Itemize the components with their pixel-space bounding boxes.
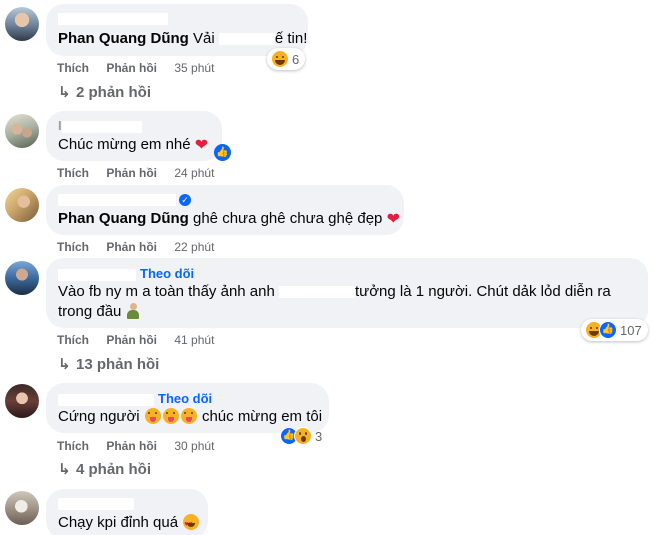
heart-emoji-icon: ❤	[194, 137, 209, 154]
reply-button[interactable]: Phản hồi	[106, 61, 157, 75]
like-reaction[interactable]: 👍	[214, 139, 231, 161]
comment-actions: Thích Phản hồi 22 phút	[57, 240, 214, 254]
reaction-count: 6	[292, 51, 300, 67]
reaction-summary[interactable]: 6	[267, 48, 306, 70]
avatar[interactable]	[5, 188, 39, 222]
redacted-name: ✓	[58, 191, 191, 206]
name-row: Theo dõi	[58, 266, 194, 281]
comment-text-line-2: trong đầu	[58, 302, 140, 322]
comment-actions: Thích Phản hồi 41 phút	[57, 333, 214, 347]
reply-button[interactable]: Phản hồi	[106, 333, 157, 347]
comment-text: Phan Quang Dũng ghê chưa ghê chưa ghệ đẹ…	[58, 210, 400, 228]
comment-actions: Thích Phản hồi 35 phút	[57, 61, 214, 75]
comment-text: Chạy kpi đỉnh quá	[58, 513, 200, 535]
comment-text: Cứng người chúc mừng em tôi	[58, 408, 323, 425]
comment-bubble: ✓ Phan Quang Dũng ghê chưa ghê chưa ghệ …	[46, 185, 404, 235]
comment-actions: Thích Phản hồi 30 phút	[57, 439, 214, 453]
like-button[interactable]: Thích	[57, 439, 89, 453]
reply-arrow-icon: ↳	[58, 356, 71, 373]
replies-label: 4 phản hồi	[76, 461, 151, 478]
reaction-count: 107	[620, 322, 642, 338]
heart-eyes-emoji-icon	[183, 514, 200, 535]
person-emoji-icon	[126, 303, 140, 319]
view-replies-link[interactable]: ↳ 2 phản hồi	[58, 83, 151, 101]
like-reaction-icon: 👍	[599, 321, 617, 339]
avatar[interactable]	[5, 261, 39, 295]
like-button[interactable]: Thích	[57, 61, 89, 75]
redacted-name	[58, 495, 134, 510]
timestamp[interactable]: 30 phút	[174, 439, 214, 453]
tongue-emoji-icon	[144, 408, 161, 424]
avatar[interactable]	[5, 384, 39, 418]
like-reaction-icon: 👍	[214, 144, 231, 161]
comment-bubble: I Chúc mừng em nhé ❤	[46, 111, 222, 161]
tongue-emoji-icon	[162, 408, 179, 424]
reply-arrow-icon: ↳	[58, 84, 71, 101]
avatar[interactable]	[5, 114, 39, 148]
timestamp[interactable]: 24 phút	[174, 166, 214, 180]
follow-button[interactable]: Theo dõi	[140, 266, 194, 281]
author-name[interactable]: I	[58, 118, 142, 133]
view-replies-link[interactable]: ↳ 4 phản hồi	[58, 460, 151, 478]
author-name[interactable]: Phan Quang Dũng	[58, 210, 189, 227]
comment-text: Chúc mừng em nhé ❤	[58, 136, 209, 154]
like-button[interactable]: Thích	[57, 240, 89, 254]
comment-bubble: Chạy kpi đỉnh quá	[46, 489, 208, 535]
replies-label: 2 phản hồi	[76, 84, 151, 101]
reaction-summary[interactable]: 👍 107	[581, 319, 648, 341]
name-row: Theo dõi	[58, 391, 212, 406]
wow-reaction-icon	[294, 427, 312, 445]
comment-bubble: Theo dõi Vào fb ny m a toàn thấy ảnh anh…	[46, 258, 648, 328]
follow-button[interactable]: Theo dõi	[158, 391, 212, 406]
like-button[interactable]: Thích	[57, 166, 89, 180]
comment-text: Phan Quang Dũng Vải ế tin!	[58, 30, 308, 47]
redacted-name	[58, 10, 168, 25]
view-replies-link[interactable]: ↳ 13 phản hồi	[58, 355, 159, 373]
reaction-summary[interactable]: 👍 3	[276, 425, 328, 447]
comment-bubble: Phan Quang Dũng Vải ế tin!	[46, 4, 308, 56]
timestamp[interactable]: 41 phút	[174, 333, 214, 347]
author-name[interactable]: Phan Quang Dũng	[58, 30, 189, 47]
timestamp[interactable]: 22 phút	[174, 240, 214, 254]
reply-button[interactable]: Phản hồi	[106, 240, 157, 254]
avatar[interactable]	[5, 7, 39, 41]
reply-button[interactable]: Phản hồi	[106, 439, 157, 453]
heart-emoji-icon: ❤	[386, 211, 400, 228]
haha-reaction-icon	[271, 50, 289, 68]
avatar[interactable]	[5, 491, 39, 525]
reply-button[interactable]: Phản hồi	[106, 166, 157, 180]
comment-text-line-1: Vào fb ny m a toàn thấy ảnh anh tưởng là…	[58, 283, 611, 300]
verified-badge-icon: ✓	[179, 193, 191, 206]
tongue-emoji-icon	[180, 408, 197, 424]
reaction-count: 3	[315, 428, 323, 444]
replies-label: 13 phản hồi	[76, 356, 160, 373]
like-button[interactable]: Thích	[57, 333, 89, 347]
reply-arrow-icon: ↳	[58, 461, 71, 478]
comment-actions: Thích Phản hồi 24 phút	[57, 166, 214, 180]
timestamp[interactable]: 35 phút	[174, 61, 214, 75]
